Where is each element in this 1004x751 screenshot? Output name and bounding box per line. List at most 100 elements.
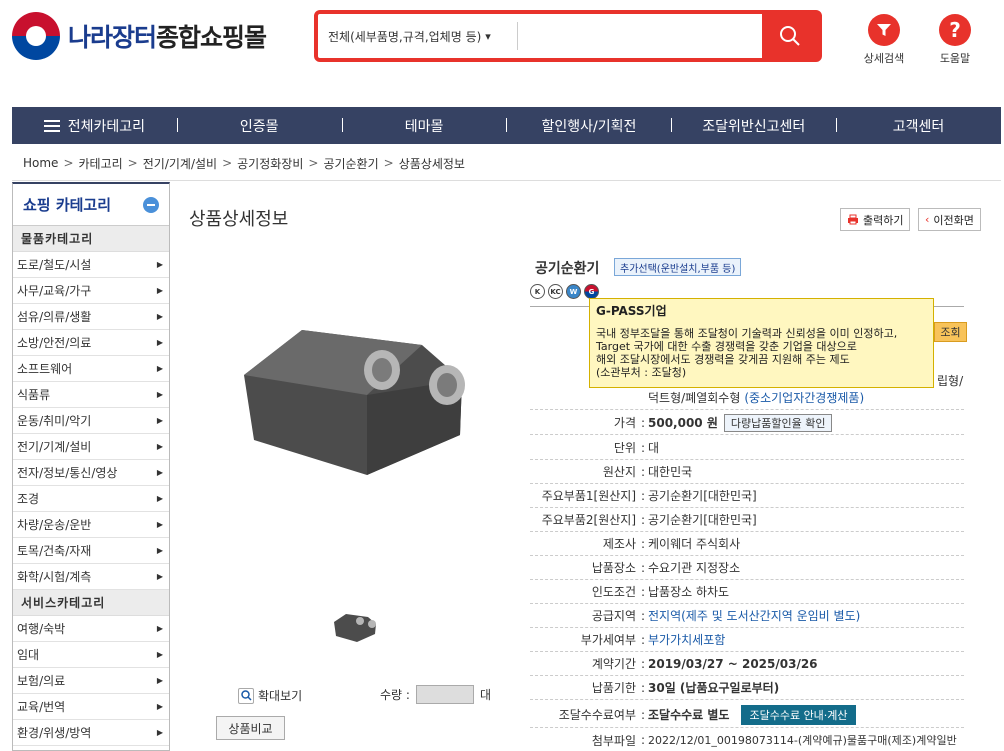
menu-icon <box>43 119 60 132</box>
kc-mark-icon[interactable]: KC <box>548 284 563 299</box>
fee-info-button[interactable]: 조달수수료 안내·계산 <box>741 704 856 725</box>
main-nav: 전체카테고리 인증몰 테마몰 할인행사/기획전 조달위반신고센터 고객센터 <box>12 107 1001 144</box>
deadline-label: 납품기한 <box>591 681 636 695</box>
compare-button[interactable]: 상품비교 <box>216 716 285 740</box>
print-button[interactable]: 출력하기 <box>840 208 911 231</box>
sidebar-item-label: 사무/교육/가구 <box>17 284 92 298</box>
zoom-button[interactable]: 확대보기 <box>238 687 302 704</box>
help-label: 도움말 <box>939 52 971 65</box>
quantity-input[interactable] <box>415 685 474 704</box>
tooltip-line: 국내 정부조달을 통해 조달청이 기술력과 신뢰성을 이미 인정하고, <box>596 327 898 340</box>
sidebar-item-label: 차량/운송/운반 <box>17 518 92 532</box>
funnel-icon <box>868 14 900 46</box>
attach-link[interactable]: 2022/12/01_00198073114-(계약예규)물품구매(제조)계약일… <box>648 732 957 748</box>
detail-row: 제조사: 케이웨더 주식회사 <box>530 532 964 556</box>
sidebar-item-goods[interactable]: 화학/시험/계측 ▶ <box>13 564 169 590</box>
sidebar-item-goods[interactable]: 차량/운송/운반 ▶ <box>13 512 169 538</box>
sidebar-item-service[interactable]: 임대 ▶ <box>13 642 169 668</box>
add-option-button[interactable]: 추가선택(운반설치,부품 등) <box>614 258 742 276</box>
search-input[interactable] <box>518 14 762 58</box>
sidebar-item-service[interactable]: 환경/위생/방역 ▶ <box>13 720 169 746</box>
breadcrumb-item[interactable]: 전기/기계/설비 <box>143 155 217 172</box>
discount-button[interactable]: 다량납품할인율 확인 <box>723 413 833 432</box>
product-thumbnail[interactable] <box>330 608 378 644</box>
chevron-down-icon: ▾ <box>485 29 491 43</box>
product-main-image[interactable] <box>232 300 482 480</box>
sidebar-item-goods[interactable]: 섬유/의류/생활 ▶ <box>13 304 169 330</box>
breadcrumb-item[interactable]: 공기순환기 <box>323 155 378 172</box>
fee-label: 조달수수료여부 <box>558 708 636 722</box>
search-scope-select[interactable]: 전체(세부품명,규격,업체명 등) ▾ <box>318 22 518 50</box>
sidebar-item-goods[interactable]: 도로/철도/시설 ▶ <box>13 252 169 278</box>
sidebar-item-goods[interactable]: 조경 ▶ <box>13 486 169 512</box>
sidebar-item-label: 조경 <box>17 492 40 506</box>
k-mark-icon[interactable]: K <box>530 284 545 299</box>
detail-label: 납품장소 <box>591 561 636 575</box>
breadcrumb-item[interactable]: 카테고리 <box>79 155 123 172</box>
sidebar-item-goods[interactable]: 사무/교육/가구 ▶ <box>13 278 169 304</box>
sidebar-item-label: 소방/안전/의료 <box>17 336 92 350</box>
sidebar-item-label: 보험/의료 <box>17 674 66 688</box>
site-logo[interactable]: 나라장터 종합쇼핑몰 <box>12 12 302 60</box>
printer-icon <box>848 214 858 225</box>
triangle-right-icon: ▶ <box>156 728 163 737</box>
search-button[interactable] <box>762 14 818 58</box>
triangle-right-icon: ▶ <box>156 364 163 373</box>
search-scope-label: 전체(세부품명,규격,업체명 등) <box>328 29 482 44</box>
back-button[interactable]: ‹ 이전화면 <box>918 208 981 231</box>
sidebar-item-label: 식품류 <box>17 388 51 402</box>
spec-line: 덕트형/폐열회수형 <box>648 391 741 405</box>
sidebar-item-goods[interactable]: 소프트웨어 ▶ <box>13 356 169 382</box>
breadcrumb-separator: > <box>63 156 74 170</box>
sidebar-item-goods[interactable]: 소방/안전/의료 ▶ <box>13 330 169 356</box>
globe-mark-icon[interactable]: W <box>566 284 581 299</box>
query-button[interactable]: 조회 <box>934 322 967 342</box>
sidebar-item-goods[interactable]: 식품류 ▶ <box>13 382 169 408</box>
nav-violation-report[interactable]: 조달위반신고센터 <box>671 116 836 136</box>
sidebar-item-label: 임대 <box>17 648 40 662</box>
sidebar-item-service[interactable]: 여행/숙박 ▶ <box>13 616 169 642</box>
triangle-right-icon: ▶ <box>156 650 163 659</box>
spec-tag[interactable]: (중소기업자간경쟁제품) <box>744 389 864 406</box>
logo-text-primary: 나라장터 <box>68 23 157 52</box>
detail-label: 원산지 <box>602 465 636 479</box>
question-icon: ? <box>939 14 971 46</box>
sidebar-item-goods[interactable]: 토목/건축/자재 ▶ <box>13 538 169 564</box>
nav-all-categories[interactable]: 전체카테고리 <box>12 116 177 136</box>
help-button[interactable]: ? 도움말 <box>930 14 980 66</box>
triangle-right-icon: ▶ <box>156 520 163 529</box>
quantity-group: 수량 : 대 <box>380 685 491 704</box>
sidebar-item-goods[interactable]: 전자/정보/통신/영상 ▶ <box>13 460 169 486</box>
collapse-icon[interactable] <box>143 196 159 213</box>
tooltip-line: (소관부처 : 조달청) <box>596 366 687 379</box>
sidebar-item-goods[interactable]: 전기/기계/설비 ▶ <box>13 434 169 460</box>
nav-promotions[interactable]: 할인행사/기획전 <box>506 116 671 136</box>
gpass-mark-icon[interactable]: G <box>584 284 599 299</box>
gpass-tooltip: G-PASS기업 국내 정부조달을 통해 조달청이 기술력과 신뢰성을 이미 인… <box>589 298 934 388</box>
print-label: 출력하기 <box>863 213 904 227</box>
magnifier-icon <box>238 687 254 704</box>
search-icon <box>780 26 800 46</box>
contract-row: 계약기간: 2019/03/27 ~ 2025/03/26 <box>530 652 964 676</box>
detail-search-label: 상세검색 <box>863 52 905 65</box>
sidebar-item-label: 교육/번역 <box>17 700 66 714</box>
deadline-value: 30일 (납품요구일로부터) <box>648 681 780 695</box>
detail-row: 인도조건: 납품장소 하차도 <box>530 580 964 604</box>
sidebar-item-label: 도로/철도/시설 <box>17 258 92 272</box>
fee-row: 조달수수료여부: 조달수수료 별도 조달수수료 안내·계산 <box>530 702 964 728</box>
breadcrumb-item[interactable]: 공기정화장비 <box>237 155 303 172</box>
triangle-right-icon: ▶ <box>156 468 163 477</box>
sidebar-item-goods[interactable]: 운동/취미/악기 ▶ <box>13 408 169 434</box>
breadcrumb-separator: > <box>308 156 319 170</box>
triangle-right-icon: ▶ <box>156 572 163 581</box>
nav-certified-mall[interactable]: 인증몰 <box>176 116 342 136</box>
product-name: 공기순환기 <box>535 261 600 277</box>
sidebar-item-service[interactable]: 보험/의료 ▶ <box>13 668 169 694</box>
breadcrumb-home[interactable]: Home <box>23 156 58 170</box>
sidebar-title: 쇼핑 카테고리 <box>23 196 112 214</box>
detail-search-button[interactable]: 상세검색 <box>859 14 909 66</box>
nav-theme-mall[interactable]: 테마몰 <box>341 116 507 136</box>
sidebar-item-label: 여행/숙박 <box>17 622 66 636</box>
sidebar-item-service[interactable]: 교육/번역 ▶ <box>13 694 169 720</box>
nav-customer-center[interactable]: 고객센터 <box>836 116 1001 136</box>
